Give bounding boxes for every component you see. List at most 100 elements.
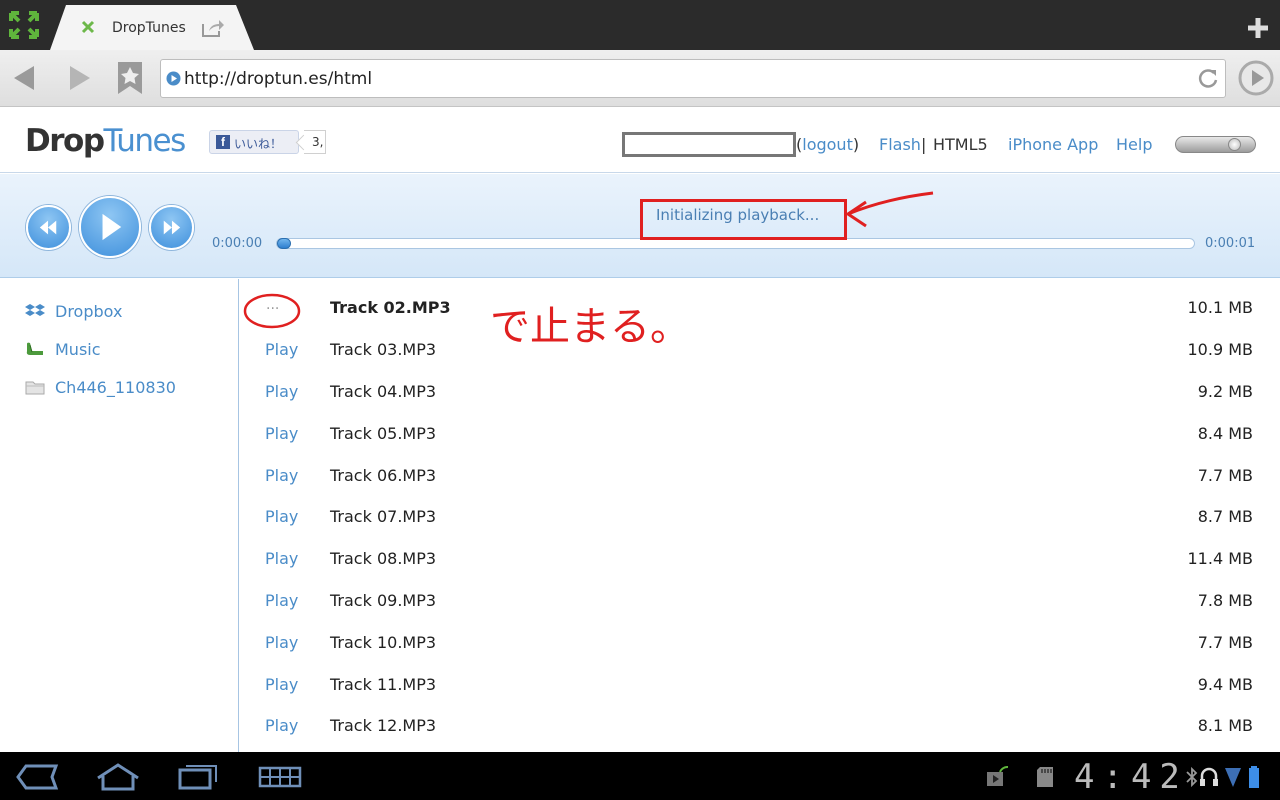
track-name[interactable]: Track 12.MP3 xyxy=(330,716,436,735)
track-name[interactable]: Track 07.MP3 xyxy=(330,507,436,526)
browser-tabstrip: DropTunes xyxy=(0,0,1280,50)
playback-status: Initializing playback... xyxy=(656,206,820,224)
play-icon xyxy=(102,213,122,241)
forward-arrow-icon[interactable] xyxy=(66,64,94,92)
track-play-link[interactable]: Play xyxy=(265,549,298,568)
track-play-link[interactable]: Play xyxy=(265,424,298,443)
sidebar: Dropbox Music Ch446_110830 xyxy=(0,279,239,752)
track-row[interactable]: Play Track 05.MP3 8.4 MB xyxy=(240,414,1280,456)
progress-knob[interactable] xyxy=(277,238,291,249)
track-row[interactable]: Play Track 12.MP3 8.1 MB xyxy=(240,706,1280,748)
browser-tab[interactable]: DropTunes xyxy=(50,5,254,50)
track-row[interactable]: Play Track 04.MP3 9.2 MB xyxy=(240,372,1280,414)
track-size: 8.7 MB xyxy=(1197,507,1253,526)
previous-button[interactable] xyxy=(26,205,71,250)
track-play-link[interactable]: Play xyxy=(265,466,298,485)
nav-html5-current: HTML5 xyxy=(933,135,988,154)
track-list: ... Track 02.MP3 10.1 MB Play Track 03.MP3 10… xyxy=(240,279,1280,752)
logout-link[interactable]: logout xyxy=(802,135,853,154)
next-button[interactable] xyxy=(149,205,194,250)
nav-iphone-app-link[interactable]: iPhone App xyxy=(1008,135,1098,154)
home-icon[interactable] xyxy=(94,762,142,792)
track-size: 7.8 MB xyxy=(1197,591,1253,610)
menu-grid-icon[interactable] xyxy=(256,762,304,792)
track-name[interactable]: Track 05.MP3 xyxy=(330,424,436,443)
track-row[interactable]: Play Track 11.MP3 9.4 MB xyxy=(240,665,1280,707)
rewind-icon xyxy=(39,220,57,235)
like-count: 3, xyxy=(304,130,326,154)
folder-icon xyxy=(25,381,45,395)
track-size: 9.2 MB xyxy=(1197,382,1253,401)
track-size: 11.4 MB xyxy=(1187,549,1254,568)
track-play-link[interactable]: Play xyxy=(265,716,298,735)
track-name[interactable]: Track 03.MP3 xyxy=(330,340,436,359)
fast-forward-icon xyxy=(163,220,181,235)
facebook-like-button[interactable]: f いいね！ xyxy=(209,130,299,154)
track-name[interactable]: Track 02.MP3 xyxy=(330,298,451,317)
wifi-signal-icon xyxy=(1225,768,1241,787)
system-clock[interactable]: 4:42 xyxy=(1074,757,1188,797)
nav-separator: | xyxy=(921,135,927,154)
player-bar: Initializing playback... 0:00:00 0:00:01 xyxy=(0,174,1280,278)
sd-card-icon[interactable] xyxy=(1036,766,1054,788)
facebook-icon: f xyxy=(216,135,230,149)
track-play-link[interactable]: Play xyxy=(265,591,298,610)
track-name[interactable]: Track 10.MP3 xyxy=(330,633,436,652)
logout-group: (logout) xyxy=(796,135,860,154)
track-name[interactable]: Track 11.MP3 xyxy=(330,675,436,694)
track-row[interactable]: Play Track 07.MP3 8.7 MB xyxy=(240,497,1280,539)
close-icon[interactable] xyxy=(80,19,96,35)
folder-music-icon xyxy=(26,342,43,355)
media-notification-icon[interactable] xyxy=(986,766,1010,788)
back-icon[interactable] xyxy=(14,762,62,792)
track-play-link[interactable]: Play xyxy=(265,675,298,694)
url-text[interactable]: http://droptun.es/html xyxy=(184,69,372,89)
track-play-link[interactable]: Play xyxy=(265,633,298,652)
back-arrow-icon[interactable] xyxy=(10,64,38,92)
reload-icon[interactable] xyxy=(1197,68,1219,90)
username-redacted-box xyxy=(622,132,796,157)
track-row[interactable]: Play Track 09.MP3 7.8 MB xyxy=(240,581,1280,623)
recent-apps-icon[interactable] xyxy=(174,762,222,792)
track-name[interactable]: Track 08.MP3 xyxy=(330,549,436,568)
progress-bar[interactable] xyxy=(276,238,1195,249)
track-name[interactable]: Track 06.MP3 xyxy=(330,466,436,485)
track-size: 7.7 MB xyxy=(1197,466,1253,485)
dropbox-icon xyxy=(25,304,45,316)
track-row[interactable]: ... Track 02.MP3 10.1 MB xyxy=(240,288,1280,330)
bluetooth-icon xyxy=(1186,766,1198,788)
fullscreen-icon[interactable] xyxy=(8,10,40,40)
play-button[interactable] xyxy=(79,196,141,258)
track-play-link[interactable]: Play xyxy=(265,507,298,526)
track-name[interactable]: Track 04.MP3 xyxy=(330,382,436,401)
track-size: 8.1 MB xyxy=(1197,716,1253,735)
browser-toolbar: http://droptun.es/html xyxy=(0,50,1280,107)
droptunes-logo[interactable]: DropTunes xyxy=(25,123,186,159)
track-name[interactable]: Track 09.MP3 xyxy=(330,591,436,610)
track-loading-indicator: ... xyxy=(266,297,280,313)
headphones-icon xyxy=(1200,767,1218,786)
battery-icon xyxy=(1249,766,1259,788)
track-row[interactable]: Play Track 06.MP3 7.7 MB xyxy=(240,456,1280,498)
track-row[interactable]: Play Track 08.MP3 11.4 MB xyxy=(240,539,1280,581)
time-elapsed: 0:00:00 xyxy=(212,236,263,251)
track-row[interactable]: Play Track 03.MP3 10.9 MB xyxy=(240,330,1280,372)
track-size: 7.7 MB xyxy=(1197,633,1253,652)
share-icon[interactable] xyxy=(202,19,224,37)
track-size: 8.4 MB xyxy=(1197,424,1253,443)
track-size: 9.4 MB xyxy=(1197,675,1253,694)
nav-flash-link[interactable]: Flash xyxy=(879,135,921,154)
new-tab-icon[interactable] xyxy=(1246,16,1270,40)
track-row[interactable]: Play Track 10.MP3 7.7 MB xyxy=(240,623,1280,665)
track-play-link[interactable]: Play xyxy=(265,382,298,401)
time-total: 0:00:01 xyxy=(1205,236,1256,251)
track-play-link[interactable]: Play xyxy=(265,340,298,359)
like-label: いいね！ xyxy=(234,137,283,151)
site-header: DropTunes f いいね！ 3, (logout) Flash | HTM… xyxy=(0,107,1280,173)
bookmark-star-icon[interactable] xyxy=(116,60,144,96)
url-bar[interactable]: http://droptun.es/html xyxy=(160,59,1226,98)
volume-slider[interactable] xyxy=(1175,136,1256,153)
go-play-icon[interactable] xyxy=(1238,60,1274,96)
volume-knob[interactable] xyxy=(1228,138,1241,151)
nav-help-link[interactable]: Help xyxy=(1116,135,1152,154)
